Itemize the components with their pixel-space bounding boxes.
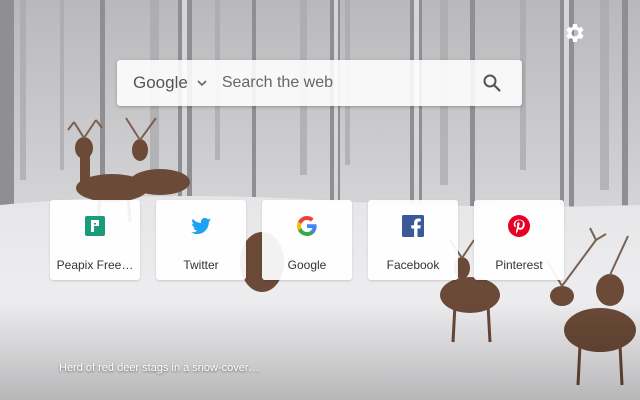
wallpaper-caption[interactable]: Herd of red deer stags in a snow-cover… bbox=[59, 362, 260, 374]
shortcut-label: Peapix Free… bbox=[56, 258, 134, 272]
shortcut-facebook[interactable]: Facebook bbox=[368, 200, 458, 280]
search-engine-label: Google bbox=[133, 73, 188, 92]
shortcut-pinterest[interactable]: Pinterest bbox=[474, 200, 564, 280]
shortcut-label: Facebook bbox=[386, 258, 440, 272]
chevron-down-icon bbox=[197, 80, 207, 87]
shortcut-google[interactable]: Google bbox=[262, 200, 352, 280]
search-icon[interactable] bbox=[482, 73, 502, 93]
shortcut-label: Google bbox=[287, 258, 327, 272]
search-bar: Google bbox=[117, 59, 522, 107]
search-engine-dropdown[interactable]: Google bbox=[117, 60, 216, 106]
google-icon bbox=[296, 216, 317, 237]
shortcut-label: Twitter bbox=[183, 258, 219, 272]
gear-icon[interactable] bbox=[563, 21, 587, 45]
shortcut-label: Pinterest bbox=[495, 258, 543, 272]
twitter-icon bbox=[191, 217, 211, 235]
search-input[interactable] bbox=[215, 59, 482, 107]
pinterest-icon bbox=[508, 215, 530, 237]
facebook-icon bbox=[402, 215, 424, 237]
shortcut-twitter[interactable]: Twitter bbox=[156, 200, 246, 280]
shortcut-peapix[interactable]: Peapix Free… bbox=[50, 200, 140, 280]
peapix-icon bbox=[85, 216, 105, 236]
